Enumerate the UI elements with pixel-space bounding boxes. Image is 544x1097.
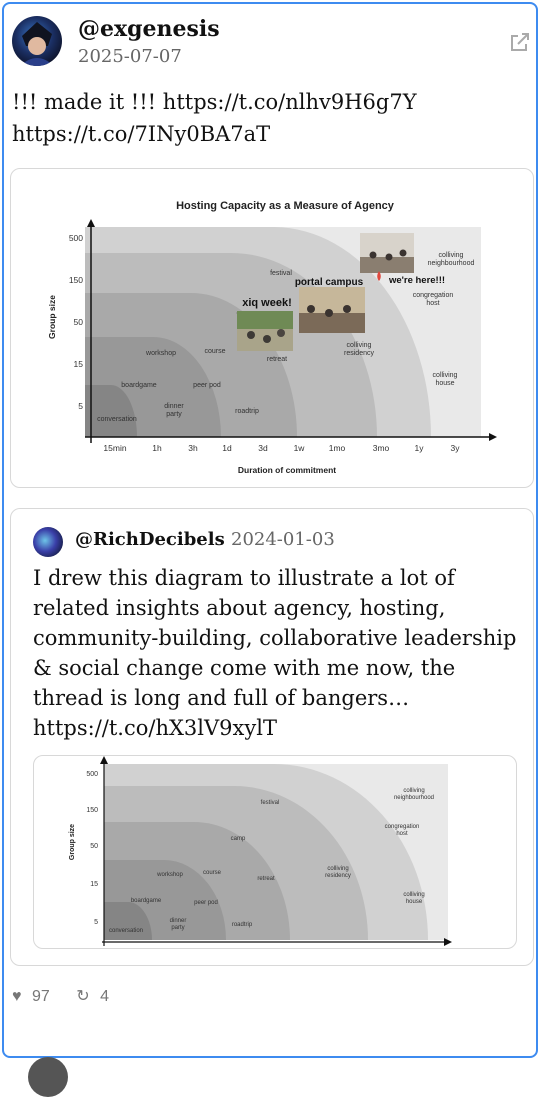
region-label: workshop xyxy=(145,350,176,357)
region-label: course xyxy=(204,348,225,355)
region-label: boardgame xyxy=(121,382,157,389)
x-axis-arrow xyxy=(489,433,497,441)
quoted-tweet-text: I drew this diagram to illustrate a lot … xyxy=(33,566,524,740)
region-label: colliving house xyxy=(433,372,458,387)
q-y-axis-arrow xyxy=(100,756,108,764)
avatar-image xyxy=(20,22,54,66)
quoted-tweet-card[interactable]: @RichDecibels 2024-01-03 I drew this dia… xyxy=(10,508,534,966)
heart-icon[interactable]: ♥ xyxy=(12,988,22,1005)
external-link-icon[interactable] xyxy=(508,30,532,58)
q-y-tick-label: 150 xyxy=(86,807,98,814)
region-label: peer pod xyxy=(193,382,221,389)
region-label: dinner party xyxy=(164,403,184,418)
q-region-label: festival xyxy=(261,800,280,806)
q-region-label: colliving house xyxy=(403,892,424,905)
photo-portal-campus xyxy=(299,287,365,333)
q-y-tick-label: 5 xyxy=(94,919,98,926)
hosting-capacity-chart: Hosting Capacity as a Measure of Agency … xyxy=(47,200,497,475)
x-tick-label: 1y xyxy=(415,443,425,453)
x-tick-label: 3y xyxy=(451,443,461,453)
q-region-label: dinner party xyxy=(170,918,187,931)
y-tick-label: 15 xyxy=(74,359,84,369)
tweet-stats: ♥ 97 ↻ 4 xyxy=(12,986,109,1006)
retweet-icon[interactable]: ↻ xyxy=(76,988,89,1005)
author-handle[interactable]: @exgenesis xyxy=(78,16,220,42)
x-tick-label: 1h xyxy=(152,443,162,453)
region-label: colliving residency xyxy=(344,342,374,357)
x-tick-label: 1d xyxy=(222,443,232,453)
tweet-date[interactable]: 2025-07-07 xyxy=(78,46,182,67)
q-region-label: camp xyxy=(231,836,246,842)
annotation-portal-campus: portal campus xyxy=(295,277,364,288)
quoted-tweet-date[interactable]: 2024-01-03 xyxy=(231,529,335,550)
q-region-label: colliving residency xyxy=(325,866,351,879)
quoted-image-card[interactable]: 500 150 50 15 5 Group size conversation dinne… xyxy=(33,755,517,949)
region-label: festival xyxy=(270,270,292,277)
retweet-count: 4 xyxy=(100,988,109,1005)
quoted-diagram: 500 150 50 15 5 Group size conversation dinne… xyxy=(69,756,452,946)
x-tick-label: 3mo xyxy=(373,443,390,453)
x-tick-label: 15min xyxy=(103,443,126,453)
q-y-tick-label: 15 xyxy=(90,881,98,888)
photo-camp xyxy=(237,311,293,351)
q-y-axis-label: Group size xyxy=(69,824,76,860)
annotation-xiq-week: xiq week! xyxy=(242,297,292,309)
y-tick-label: 150 xyxy=(69,275,83,285)
q-region-label: peer pod xyxy=(194,900,218,906)
q-y-tick-label: 50 xyxy=(90,843,98,850)
avatar[interactable] xyxy=(12,16,62,66)
region-label: retreat xyxy=(267,356,287,363)
x-tick-label: 3h xyxy=(188,443,198,453)
x-tick-label: 1w xyxy=(294,443,306,453)
tweet-text: !!! made it !!! https://t.co/nlhv9H6g7Y … xyxy=(12,90,417,146)
q-region-label: boardgame xyxy=(131,898,162,904)
q-region-label: workshop xyxy=(156,872,183,878)
tweet-card: @exgenesis 2025-07-07 !!! made it !!! ht… xyxy=(2,2,538,1058)
y-tick-label: 500 xyxy=(69,233,83,243)
q-region-label: conversation xyxy=(109,928,143,934)
q-region-label: course xyxy=(203,870,222,876)
region-label: roadtrip xyxy=(235,408,259,415)
q-region-label: retreat xyxy=(257,876,275,882)
next-tweet-avatar xyxy=(28,1057,68,1097)
x-tick-label: 3d xyxy=(258,443,268,453)
q-y-tick-label: 500 xyxy=(86,771,98,778)
y-tick-label: 50 xyxy=(74,317,84,327)
y-axis-arrow xyxy=(87,219,95,227)
like-count: 97 xyxy=(31,988,50,1005)
x-tick-label: 1mo xyxy=(329,443,346,453)
region-label: conversation xyxy=(97,416,137,423)
photo-here xyxy=(360,233,414,273)
y-axis-label: Group size xyxy=(47,295,57,339)
q-region-label: roadtrip xyxy=(232,922,253,928)
quoted-author-handle[interactable]: @RichDecibels xyxy=(75,529,225,550)
chart-title: Hosting Capacity as a Measure of Agency xyxy=(176,200,395,212)
attached-image-card[interactable]: Hosting Capacity as a Measure of Agency … xyxy=(10,168,534,488)
x-axis-label: Duration of commitment xyxy=(238,465,336,475)
annotation-were-here: we're here!!! xyxy=(388,275,445,286)
quoted-avatar[interactable] xyxy=(33,527,63,557)
y-tick-label: 5 xyxy=(78,401,83,411)
